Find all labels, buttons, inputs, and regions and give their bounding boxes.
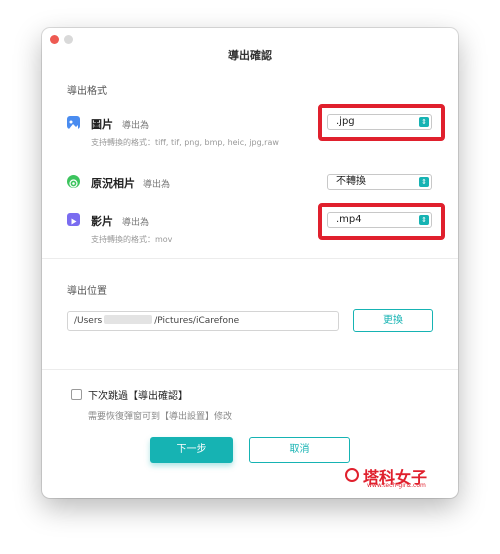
window-close-button[interactable] xyxy=(50,35,59,44)
next-button[interactable]: 下一步 xyxy=(150,437,233,463)
highlight-box-image xyxy=(318,104,445,141)
window-minimize-button[interactable] xyxy=(64,35,73,44)
location-section-title: 導出位置 xyxy=(67,286,107,297)
live-photo-icon xyxy=(67,175,80,188)
select-arrow-icon: ⇕ xyxy=(419,177,429,187)
format-row-export-as-live: 導出為 xyxy=(143,180,171,190)
skip-confirm-checkbox[interactable] xyxy=(71,389,82,400)
highlight-box-video xyxy=(318,203,445,240)
export-path-field[interactable]: /Users/Pictures/iCarefone xyxy=(67,311,339,331)
change-location-button[interactable]: 更換 xyxy=(353,309,433,332)
path-prefix: /Users xyxy=(74,316,103,326)
path-suffix: /Pictures/iCarefone xyxy=(154,316,240,326)
format-row-label-image: 圖片 xyxy=(91,118,113,131)
format-row-label-video: 影片 xyxy=(91,215,113,228)
skip-confirm-label: 下次跳過【導出確認】 xyxy=(88,391,188,402)
format-row-hint-video: 支持轉換的格式：mov xyxy=(91,235,173,244)
cancel-button[interactable]: 取消 xyxy=(249,437,350,463)
watermark-logo-icon xyxy=(345,468,359,482)
format-row-hint-image: 支持轉換的格式：tiff, tif, png, bmp, heic, jpg,r… xyxy=(91,138,279,147)
dialog-title: 導出確認 xyxy=(228,49,272,62)
divider xyxy=(42,258,458,259)
format-row-export-as-image: 導出為 xyxy=(122,121,150,131)
watermark-url: www.tech-girlz.com xyxy=(367,482,426,489)
redacted-username xyxy=(104,315,153,324)
divider xyxy=(42,369,458,370)
format-section-title: 導出格式 xyxy=(67,86,107,97)
live-photo-format-select[interactable]: 不轉換 ⇕ xyxy=(327,174,432,190)
export-confirm-dialog: 導出確認 導出格式 圖片 導出為 支持轉換的格式：tiff, tif, png,… xyxy=(42,28,458,498)
live-photo-format-value: 不轉換 xyxy=(336,176,366,187)
video-icon xyxy=(67,213,80,226)
format-row-export-as-video: 導出為 xyxy=(122,218,150,228)
image-icon xyxy=(67,116,80,129)
skip-confirm-hint: 需要恢復彈窗可到【導出設置】修改 xyxy=(88,412,233,422)
format-row-label-live: 原況相片 xyxy=(91,177,135,190)
